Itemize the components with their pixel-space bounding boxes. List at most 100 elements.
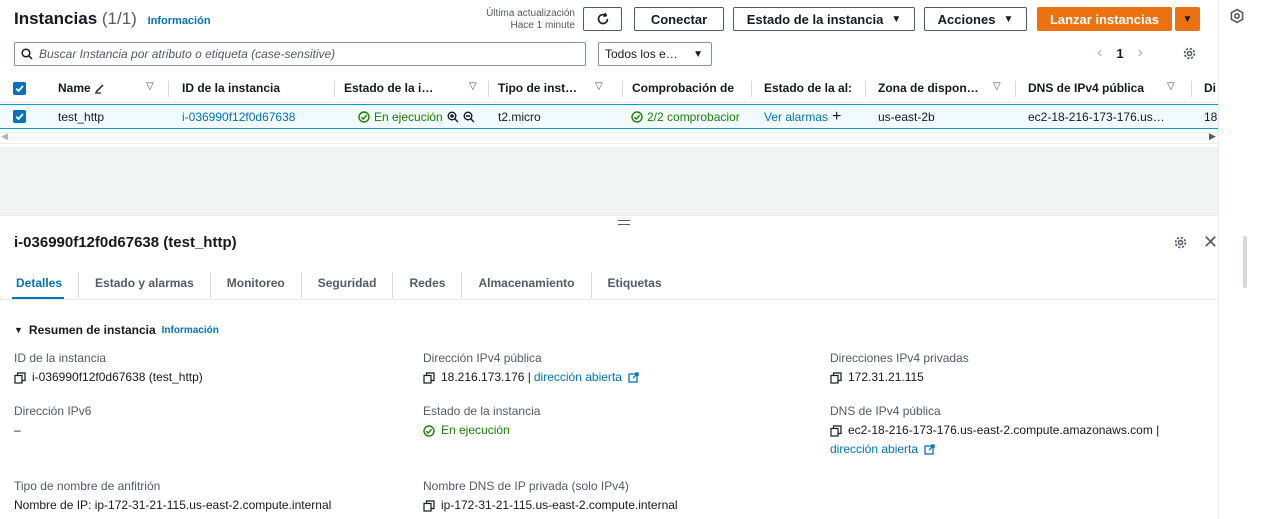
field-label: DNS de IPv4 pública: [830, 404, 941, 418]
col-instance-id[interactable]: ID de la instancia: [182, 81, 332, 95]
row-name: test_http: [58, 110, 105, 124]
last-update-label: Última actualización: [486, 8, 575, 19]
row-state: En ejecución: [358, 110, 488, 124]
tab-status-alarms[interactable]: Estado y alarmas: [79, 272, 211, 298]
scroll-right-icon[interactable]: ▶: [1209, 131, 1216, 142]
col-extra[interactable]: Di: [1204, 81, 1218, 95]
copy-icon[interactable]: [830, 371, 842, 384]
page-title-text: Instancias: [14, 9, 98, 28]
connect-button[interactable]: Conectar: [634, 7, 724, 31]
open-address-link[interactable]: dirección abierta: [534, 368, 622, 387]
state-filter-value: Todos los e…: [605, 47, 678, 61]
zoom-out-icon[interactable]: [463, 111, 475, 123]
launch-dropdown-button[interactable]: ▼: [1175, 7, 1200, 31]
external-link-icon[interactable]: [924, 444, 935, 455]
caret-down-icon: ▼: [693, 48, 703, 60]
field-label: Dirección IPv4 pública: [423, 351, 542, 365]
row-checks: 2/2 comprobacior: [631, 110, 750, 124]
scroll-left-icon[interactable]: ◀: [1, 131, 8, 142]
col-name[interactable]: Name: [58, 81, 143, 95]
field-instance-id: ID de la instancia i-036990f12f0d67638 (…: [14, 349, 203, 387]
field-value: ip-172-31-21-115.us-east-2.compute.inter…: [423, 496, 678, 515]
table-header: Name ▽ ID de la instancia Estado de la i…: [0, 75, 1218, 103]
detail-tabs: Detalles Estado y alarmas Monitoreo Segu…: [0, 272, 678, 300]
col-instance-state[interactable]: Estado de la i…: [344, 81, 459, 95]
field-value-line2: dirección abierta: [830, 440, 1159, 459]
field-public-dns: DNS de IPv4 pública ec2-18-216-173-176.u…: [830, 402, 1159, 459]
row-alarms-text: Ver alarmas: [764, 110, 829, 124]
copy-icon[interactable]: [423, 371, 435, 384]
col-availability-zone[interactable]: Zona de dispon…: [878, 81, 985, 95]
gear-icon[interactable]: [1173, 235, 1188, 250]
column-divider[interactable]: [1015, 81, 1016, 97]
actions-button[interactable]: Acciones ▼: [924, 7, 1027, 31]
col-status-check[interactable]: Comprobación de: [632, 81, 742, 95]
gear-icon[interactable]: [1182, 46, 1197, 61]
sort-icon[interactable]: ▽: [146, 81, 154, 92]
field-instance-state: Estado de la instancia En ejecución: [423, 402, 540, 440]
caret-down-icon[interactable]: ▼: [14, 325, 23, 335]
select-all-checkbox[interactable]: [13, 82, 26, 95]
search-input[interactable]: Buscar Instancia por atributo o etiqueta…: [14, 42, 586, 66]
tab-security[interactable]: Seguridad: [302, 272, 394, 298]
column-divider[interactable]: [1191, 81, 1192, 97]
copy-icon[interactable]: [423, 499, 435, 512]
column-divider[interactable]: [865, 81, 866, 97]
search-placeholder: Buscar Instancia por atributo o etiqueta…: [39, 47, 336, 61]
tab-details[interactable]: Detalles: [0, 272, 80, 300]
current-page[interactable]: 1: [1116, 46, 1123, 61]
search-icon: [21, 48, 33, 60]
col-public-dns[interactable]: DNS de IPv4 pública: [1028, 81, 1153, 95]
horizontal-scrollbar[interactable]: ◀ ▶: [0, 131, 1218, 144]
page-title: Instancias (1/1) Información: [14, 9, 211, 29]
column-divider[interactable]: [488, 81, 489, 97]
last-update-value: Hace 1 minute: [510, 20, 575, 31]
last-update: Última actualización Hace 1 minute: [470, 8, 575, 32]
sort-icon[interactable]: ▽: [469, 81, 477, 92]
col-instance-type[interactable]: Tipo de inst…: [498, 81, 588, 95]
tab-monitoring[interactable]: Monitoreo: [211, 272, 302, 298]
column-divider[interactable]: [334, 81, 335, 97]
close-icon[interactable]: ✕: [1203, 232, 1218, 253]
row-instance-id-link[interactable]: i-036990f12f0d67638: [182, 110, 332, 124]
refresh-button[interactable]: [583, 7, 622, 31]
launch-instances-button[interactable]: Lanzar instancias: [1037, 7, 1172, 31]
column-divider[interactable]: [751, 81, 752, 97]
section-info-link[interactable]: Información: [162, 325, 219, 336]
hexagon-settings-icon[interactable]: [1229, 8, 1245, 24]
instance-state-button[interactable]: Estado de la instancia ▼: [733, 7, 915, 31]
col-alarm-status[interactable]: Estado de la al:: [764, 81, 858, 95]
sort-icon[interactable]: ▽: [595, 81, 603, 92]
sort-icon[interactable]: ▽: [1167, 81, 1175, 92]
table-row[interactable]: test_http i-036990f12f0d67638 En ejecuci…: [0, 104, 1218, 129]
edit-icon: [95, 84, 104, 94]
resize-handle[interactable]: [618, 220, 630, 228]
vertical-scrollbar[interactable]: [1243, 236, 1247, 288]
tab-tags[interactable]: Etiquetas: [592, 272, 678, 298]
field-ipv6: Dirección IPv6 –: [14, 402, 91, 440]
tab-networking[interactable]: Redes: [393, 272, 463, 298]
copy-icon[interactable]: [14, 371, 26, 384]
sort-icon[interactable]: ▽: [993, 81, 1001, 92]
zoom-in-icon[interactable]: [447, 111, 459, 123]
section-title: Resumen de instancia: [28, 323, 156, 337]
plus-icon[interactable]: +: [832, 110, 841, 124]
right-rail: [1218, 0, 1261, 519]
section-header[interactable]: ▼ Resumen de instancia Información: [14, 323, 219, 337]
external-link-icon[interactable]: [628, 372, 639, 383]
row-checkbox[interactable]: [13, 110, 26, 123]
scrollbar-track[interactable]: [8, 136, 1208, 141]
table-empty-area: [0, 147, 1218, 215]
open-address-link[interactable]: dirección abierta: [830, 440, 918, 459]
field-value: ec2-18-216-173-176.us-east-2.compute.ama…: [830, 421, 1159, 440]
column-divider[interactable]: [168, 81, 169, 97]
next-page-icon[interactable]: ›: [1138, 44, 1143, 62]
prev-page-icon[interactable]: ‹: [1097, 44, 1102, 62]
state-filter-select[interactable]: Todos los e… ▼: [598, 42, 712, 66]
copy-icon[interactable]: [830, 424, 842, 437]
row-alarms-link[interactable]: Ver alarmas +: [764, 110, 862, 124]
check-circle-icon: [423, 424, 435, 437]
tab-storage[interactable]: Almacenamiento: [462, 272, 592, 298]
column-divider[interactable]: [622, 81, 623, 97]
info-link[interactable]: Información: [148, 15, 211, 27]
